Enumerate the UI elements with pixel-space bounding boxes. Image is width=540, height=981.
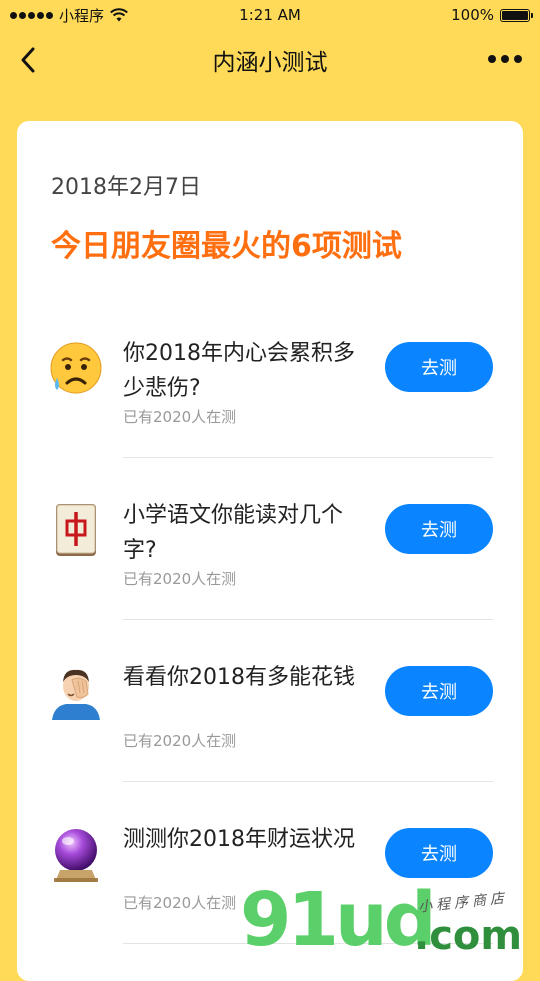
quiz-title: 测测你2018年财运状况 [123, 827, 355, 852]
facepalm-icon [52, 669, 100, 720]
status-bar: 小程序 1:21 AM 100% [0, 0, 540, 30]
carrier-label: 小程序 [59, 6, 105, 25]
start-quiz-button[interactable]: 去测 [385, 666, 493, 716]
signal-icon [10, 11, 53, 19]
quiz-title: 小学语文你能读对几个字? [123, 503, 344, 563]
battery-percent: 100% [451, 6, 494, 24]
quiz-item[interactable]: 看看你2018有多能花钱 已有2020人在测 去测 [17, 620, 523, 782]
more-button[interactable] [488, 50, 522, 68]
page-title: 内涵小测试 [212, 50, 328, 76]
quiz-item[interactable]: 你2018年内心会累积多少悲伤? 已有2020人在测 去测 [17, 296, 523, 458]
more-dots-icon [488, 55, 496, 63]
quiz-participants: 已有2020人在测 [123, 894, 237, 912]
quiz-item[interactable]: 小学语文你能读对几个字? 已有2020人在测 去测 [17, 458, 523, 620]
sad-face-icon [50, 342, 102, 394]
quiz-title: 看看你2018有多能花钱 [123, 665, 355, 690]
quiz-participants: 已有2020人在测 [123, 570, 237, 588]
watermark-main: 91ud [240, 877, 437, 963]
watermark-suffix: .com [414, 913, 523, 959]
date-label: 2018年2月7日 [51, 175, 201, 200]
quiz-participants: 已有2020人在测 [123, 732, 237, 750]
wifi-icon [110, 8, 128, 22]
start-quiz-button[interactable]: 去测 [385, 504, 493, 554]
start-quiz-button[interactable]: 去测 [385, 342, 493, 392]
quiz-participants: 已有2020人在测 [123, 408, 237, 426]
battery-icon [500, 8, 533, 22]
nav-bar: 内涵小测试 [0, 30, 540, 90]
headline: 今日朋友圈最火的6项测试 [51, 229, 402, 264]
back-button[interactable] [10, 42, 46, 78]
crystal-ball-icon [54, 829, 98, 882]
watermark-logo: 91ud .com 小程序商店 [240, 880, 540, 960]
status-left: 小程序 [10, 5, 128, 26]
quiz-title: 你2018年内心会累积多少悲伤? [123, 341, 355, 401]
quiz-card: 2018年2月7日 今日朋友圈最火的6项测试 你2018年内心会累积多少悲伤? … [17, 121, 523, 981]
chevron-left-icon [21, 47, 35, 73]
mahjong-tile-icon [56, 504, 96, 556]
start-quiz-button[interactable]: 去测 [385, 828, 493, 878]
status-right: 100% [451, 6, 533, 24]
